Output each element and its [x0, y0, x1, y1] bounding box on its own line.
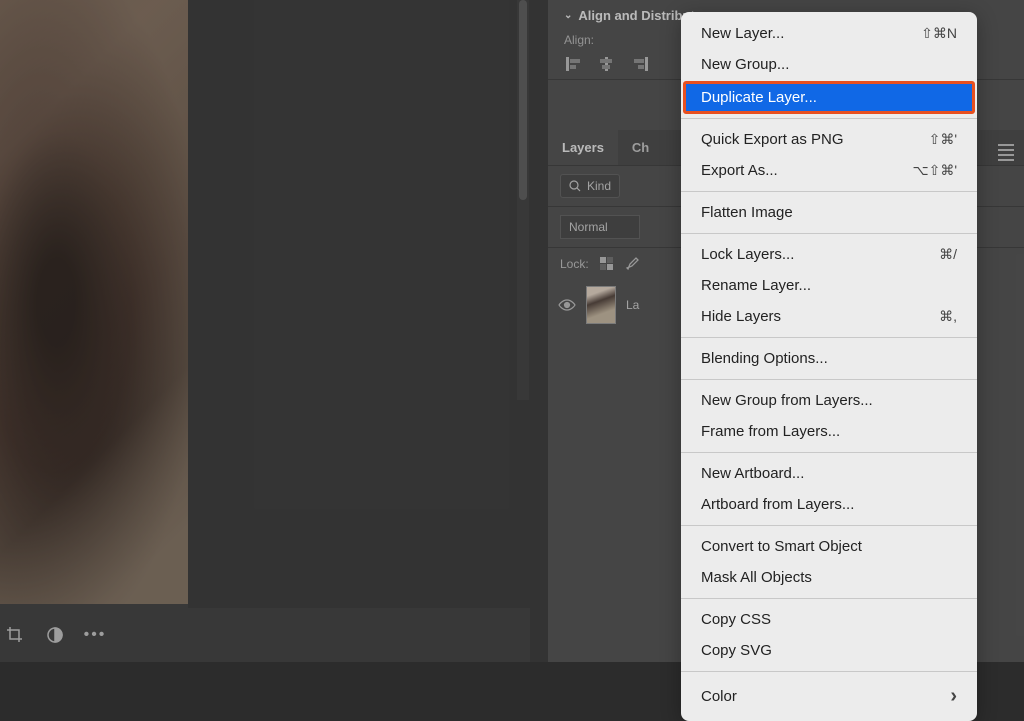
menu-item-label: Rename Layer... [701, 275, 811, 296]
menu-item-lock-layers[interactable]: Lock Layers... ⌘/ [681, 239, 977, 270]
menu-item-export-as[interactable]: Export As... ⌥⇧⌘' [681, 155, 977, 186]
menu-item-label: Quick Export as PNG [701, 129, 844, 150]
menu-item-label: Color [701, 686, 737, 707]
menu-item-label: Artboard from Layers... [701, 494, 854, 515]
menu-item-blending-options[interactable]: Blending Options... [681, 343, 977, 374]
menu-item-copy-css[interactable]: Copy CSS [681, 604, 977, 635]
menu-item-new-group-from-layers[interactable]: New Group from Layers... [681, 385, 977, 416]
menu-item-artboard-from-layers[interactable]: Artboard from Layers... [681, 489, 977, 520]
menu-item-shortcut: ⇧⌘N [921, 24, 957, 44]
scrollbar-thumb[interactable] [519, 0, 527, 200]
menu-item-new-artboard[interactable]: New Artboard... [681, 458, 977, 489]
menu-item-label: New Group... [701, 54, 789, 75]
menu-item-shortcut: ⇧⌘' [929, 130, 957, 150]
menu-separator [681, 598, 977, 599]
menu-item-label: New Artboard... [701, 463, 804, 484]
align-right-icon[interactable] [630, 57, 648, 71]
tab-layers[interactable]: Layers [548, 130, 618, 165]
canvas-image[interactable] [0, 0, 188, 604]
layer-thumbnail[interactable] [586, 286, 616, 324]
crop-icon[interactable] [6, 626, 24, 644]
menu-item-shortcut: ⌥⇧⌘' [912, 161, 957, 181]
layers-context-menu: New Layer... ⇧⌘N New Group... Duplicate Lay… [681, 12, 977, 721]
chevron-down-icon: ⌄ [564, 10, 572, 21]
menu-item-label: Convert to Smart Object [701, 536, 862, 557]
blend-mode-select[interactable]: Normal [560, 215, 640, 239]
menu-item-label: New Group from Layers... [701, 390, 873, 411]
menu-item-new-group[interactable]: New Group... [681, 49, 977, 80]
align-left-icon[interactable] [566, 57, 584, 71]
visibility-icon[interactable] [558, 299, 576, 311]
menu-item-flatten-image[interactable]: Flatten Image [681, 197, 977, 228]
menu-item-convert-to-smart-object[interactable]: Convert to Smart Object [681, 531, 977, 562]
menu-item-color[interactable]: Color [681, 677, 977, 715]
menu-item-label: New Layer... [701, 23, 784, 44]
menu-separator [681, 118, 977, 119]
menu-item-copy-svg[interactable]: Copy SVG [681, 635, 977, 666]
lock-brush-icon[interactable] [625, 256, 641, 272]
align-label: Align: [564, 33, 594, 47]
contrast-icon[interactable] [46, 626, 64, 644]
lock-transparency-icon[interactable] [599, 256, 615, 272]
menu-separator [681, 452, 977, 453]
scrollbar-vertical[interactable] [517, 0, 529, 400]
menu-item-shortcut: ⌘/ [939, 245, 957, 265]
menu-item-label: Copy CSS [701, 609, 771, 630]
canvas-background [188, 0, 548, 662]
kind-filter[interactable]: Kind [560, 174, 620, 198]
menu-item-rename-layer[interactable]: Rename Layer... [681, 270, 977, 301]
menu-separator [681, 233, 977, 234]
menu-separator [681, 671, 977, 672]
menu-separator [681, 337, 977, 338]
lock-icons [599, 256, 641, 272]
menu-item-mask-all-objects[interactable]: Mask All Objects [681, 562, 977, 593]
menu-item-hide-layers[interactable]: Hide Layers ⌘, [681, 301, 977, 332]
kind-label: Kind [587, 179, 611, 193]
menu-separator [681, 379, 977, 380]
menu-item-label: Lock Layers... [701, 244, 794, 265]
menu-item-label: Duplicate Layer... [701, 87, 817, 108]
menu-item-label: Blending Options... [701, 348, 828, 369]
menu-item-frame-from-layers[interactable]: Frame from Layers... [681, 416, 977, 447]
layer-name[interactable]: La [626, 298, 639, 312]
menu-item-label: Hide Layers [701, 306, 781, 327]
menu-separator [681, 191, 977, 192]
menu-separator [681, 525, 977, 526]
lock-label: Lock: [560, 257, 589, 271]
menu-item-label: Mask All Objects [701, 567, 812, 588]
align-center-h-icon[interactable] [598, 57, 616, 71]
menu-item-label: Copy SVG [701, 640, 772, 661]
menu-item-shortcut: ⌘, [939, 307, 957, 327]
panel-menu-icon[interactable] [998, 144, 1014, 161]
tab-channels[interactable]: Ch [618, 130, 663, 165]
menu-item-label: Frame from Layers... [701, 421, 840, 442]
menu-item-quick-export-as-png[interactable]: Quick Export as PNG ⇧⌘' [681, 124, 977, 155]
menu-item-label: Flatten Image [701, 202, 793, 223]
more-icon[interactable]: ••• [86, 626, 104, 644]
menu-item-new-layer[interactable]: New Layer... ⇧⌘N [681, 18, 977, 49]
bottom-toolbar: ••• [0, 608, 530, 662]
menu-item-duplicate-layer[interactable]: Duplicate Layer... [684, 82, 974, 113]
menu-item-label: Export As... [701, 160, 778, 181]
